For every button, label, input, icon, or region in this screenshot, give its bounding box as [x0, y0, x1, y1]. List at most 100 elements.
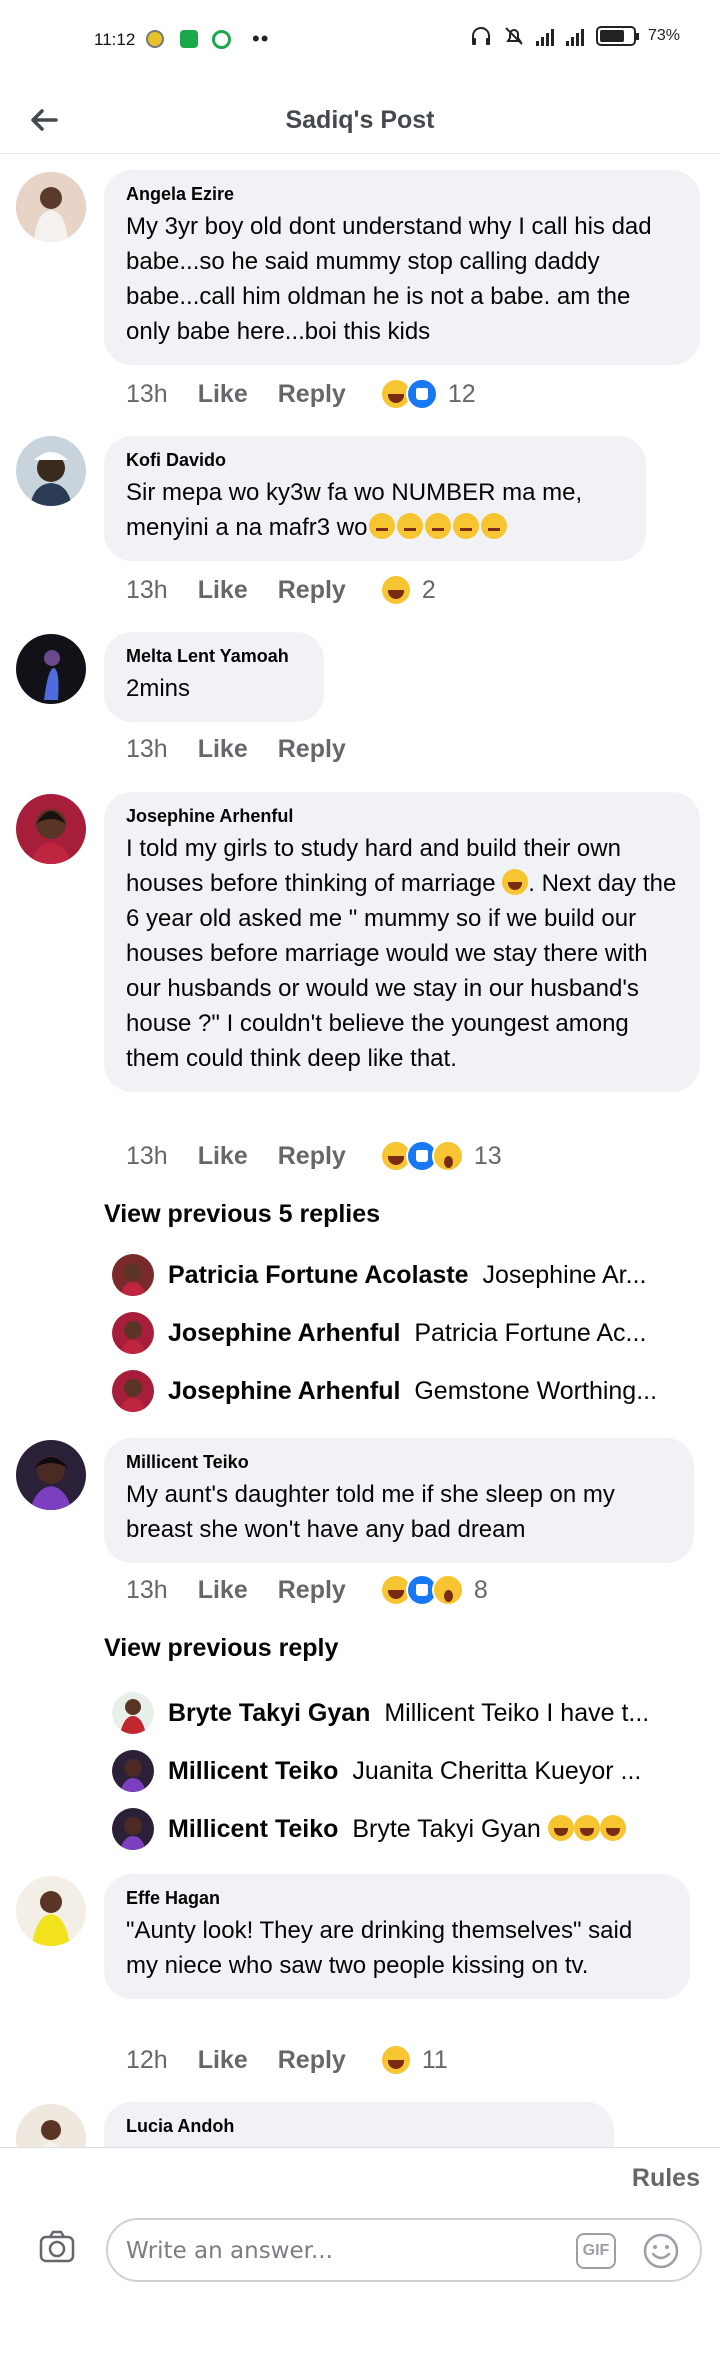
comment-author[interactable]: Kofi Davido	[126, 450, 624, 471]
reply-body: Juanita Cheritta Kueyor ...	[352, 1756, 642, 1785]
reply-body: Patricia Fortune Ac...	[414, 1318, 647, 1347]
avatar	[112, 1750, 154, 1792]
comment-author[interactable]: Millicent Teiko	[126, 1452, 672, 1473]
comment-author[interactable]: Effe Hagan	[126, 1888, 668, 1909]
reply-author[interactable]: Josephine Arhenful	[168, 1319, 400, 1347]
reply-author[interactable]: Bryte Takyi Gyan	[168, 1699, 370, 1727]
avatar[interactable]	[16, 436, 86, 506]
like-button[interactable]: Like	[198, 1576, 248, 1605]
rules-link[interactable]: Rules	[632, 2164, 700, 2193]
comment-actions: 13h Like Reply 12	[126, 378, 476, 410]
reaction-count: 11	[421, 2045, 448, 2074]
reply-preview[interactable]: Patricia Fortune Acolaste Josephine Ar..…	[112, 1252, 682, 1298]
comment-text: Sir mepa wo ky3w fa wo NUMBER ma me, men…	[126, 475, 624, 545]
page-title: Sadiq's Post	[285, 106, 435, 134]
avatar[interactable]	[16, 634, 86, 704]
headphones-icon	[471, 27, 490, 45]
reply-body: Millicent Teiko I have t...	[384, 1698, 650, 1727]
avatar[interactable]	[16, 172, 86, 242]
reply-button[interactable]: Reply	[278, 1142, 346, 1171]
signal-4g-icon	[535, 26, 554, 46]
wow-reaction-icon	[431, 1574, 464, 1606]
laughing-tears-emoji-icon	[573, 1814, 600, 1841]
view-previous-replies-link[interactable]: View previous reply	[104, 1634, 338, 1663]
view-previous-replies-link[interactable]: View previous 5 replies	[104, 1200, 380, 1229]
like-button[interactable]: Like	[198, 380, 248, 409]
comment-time: 13h	[126, 575, 168, 604]
comment-actions: 12h Like Reply 11	[126, 2044, 448, 2076]
comment-bubble[interactable]: Effe Hagan "Aunty look! They are drinkin…	[104, 1874, 690, 1999]
comment-author[interactable]: Josephine Arhenful	[126, 806, 678, 827]
reply-preview[interactable]: Josephine Arhenful Gemstone Worthing...	[112, 1368, 682, 1414]
status-time: 11:12	[94, 30, 136, 49]
avatar	[112, 1808, 154, 1850]
comment-bubble[interactable]: Melta Lent Yamoah 2mins	[104, 632, 324, 722]
comment-author[interactable]: Angela Ezire	[126, 184, 678, 205]
comment-author[interactable]: Melta Lent Yamoah	[126, 646, 302, 667]
post-header: Sadiq's Post	[0, 84, 720, 154]
reactions[interactable]: 13	[379, 1140, 502, 1172]
reply-button[interactable]: Reply	[278, 576, 346, 605]
haha-reaction-icon	[379, 2044, 412, 2076]
camera-icon[interactable]	[38, 2228, 76, 2266]
reply-button[interactable]: Reply	[278, 380, 346, 409]
comment-bubble[interactable]: Millicent Teiko My aunt's daughter told …	[104, 1438, 694, 1563]
like-button[interactable]: Like	[198, 735, 248, 764]
comment-text-body: Sir mepa wo ky3w fa wo NUMBER ma me, men…	[126, 479, 583, 541]
reply-preview-text: Josephine Arhenful Gemstone Worthing...	[168, 1377, 657, 1406]
comment-text: My aunt's daughter told me if she sleep …	[126, 1481, 615, 1543]
like-button[interactable]: Like	[198, 576, 248, 605]
comment-bubble[interactable]: Josephine Arhenful I told my girls to st…	[104, 792, 700, 1092]
like-reaction-icon	[405, 378, 438, 410]
like-button[interactable]: Like	[198, 2046, 248, 2075]
avatar[interactable]	[16, 794, 86, 864]
reply-preview-text: Bryte Takyi Gyan Millicent Teiko I have …	[168, 1699, 649, 1728]
signal-icon	[565, 26, 584, 46]
phone-notification-icon	[180, 30, 198, 48]
comment-time: 13h	[126, 379, 168, 408]
grinning-emoji-icon	[502, 869, 529, 895]
avatar[interactable]	[16, 1440, 86, 1510]
smiley-icon[interactable]	[642, 2232, 680, 2270]
status-icons: 73%	[470, 26, 680, 46]
avatar[interactable]	[16, 1876, 86, 1946]
comment-bubble[interactable]: Kofi Davido Sir mepa wo ky3w fa wo NUMBE…	[104, 436, 646, 561]
reply-preview[interactable]: Josephine Arhenful Patricia Fortune Ac..…	[112, 1310, 682, 1356]
reply-preview[interactable]: Millicent Teiko Juanita Cheritta Kueyor …	[112, 1748, 682, 1794]
status-bar: 11:12 •• 73%	[0, 0, 720, 84]
reactions[interactable]: 12	[379, 378, 476, 410]
reply-body: Gemstone Worthing...	[414, 1376, 658, 1405]
reply-preview-text: Millicent Teiko Bryte Takyi Gyan	[168, 1814, 626, 1844]
reply-body: Bryte Takyi Gyan	[352, 1814, 541, 1843]
gif-icon[interactable]: GIF	[576, 2233, 616, 2269]
avatar	[112, 1370, 154, 1412]
reply-button[interactable]: Reply	[278, 1576, 346, 1605]
reply-button[interactable]: Reply	[278, 735, 346, 764]
reply-preview[interactable]: Bryte Takyi Gyan Millicent Teiko I have …	[112, 1690, 682, 1736]
wow-reaction-icon	[431, 1140, 464, 1172]
comment-author[interactable]: Lucia Andoh	[126, 2116, 592, 2137]
reply-preview-text: Millicent Teiko Juanita Cheritta Kueyor …	[168, 1757, 641, 1786]
mute-bell-icon	[505, 27, 523, 45]
like-button[interactable]: Like	[198, 1142, 248, 1171]
reactions[interactable]: 8	[379, 1574, 488, 1606]
haha-reaction-icon	[379, 574, 412, 606]
comment-time: 13h	[126, 1141, 168, 1170]
comment-time: 13h	[126, 735, 168, 763]
reply-preview[interactable]: Millicent Teiko Bryte Takyi Gyan	[112, 1806, 682, 1852]
reactions[interactable]: 11	[379, 2044, 448, 2076]
reply-author[interactable]: Millicent Teiko	[168, 1757, 338, 1785]
answer-input[interactable]	[126, 2230, 566, 2272]
whatsapp-notification-icon	[212, 30, 231, 49]
reply-author[interactable]: Patricia Fortune Acolaste	[168, 1261, 469, 1289]
reply-preview-text: Josephine Arhenful Patricia Fortune Ac..…	[168, 1319, 646, 1348]
reactions[interactable]: 2	[379, 574, 436, 606]
comment-bubble[interactable]: Angela Ezire My 3yr boy old dont underst…	[104, 170, 700, 365]
reply-author[interactable]: Millicent Teiko	[168, 1815, 338, 1843]
reply-button[interactable]: Reply	[278, 2046, 346, 2075]
reply-author[interactable]: Josephine Arhenful	[168, 1377, 400, 1405]
rolling-eyes-emoji-icon	[397, 513, 424, 539]
reply-preview-text: Patricia Fortune Acolaste Josephine Ar..…	[168, 1261, 646, 1290]
comment-text-continued: . Next day the 6 year old asked me " mum…	[126, 870, 677, 1072]
comment-time: 13h	[126, 1575, 168, 1604]
